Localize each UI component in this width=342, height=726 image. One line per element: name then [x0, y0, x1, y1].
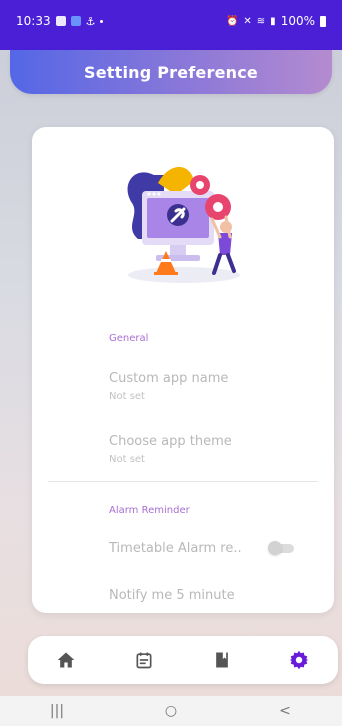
battery-icon — [320, 15, 326, 27]
status-right: ⏰ ✕ ≋ ▮ 100% — [226, 14, 326, 28]
book-icon — [216, 652, 228, 668]
home-icon — [57, 652, 75, 668]
pref-title: Custom app name — [109, 371, 229, 386]
wifi-signal-icon: ≋ — [256, 15, 266, 27]
status-time: 10:33 — [16, 14, 51, 28]
cell-signal-icon: ▮ — [270, 15, 276, 27]
bottom-navigation — [28, 636, 338, 684]
section-label-alarm-reminder: Alarm Reminder — [109, 505, 190, 516]
switch-thumb — [268, 541, 282, 555]
alarm-icon: ⏰ — [225, 15, 239, 27]
battery-percent: 100% — [280, 14, 315, 28]
pref-title: Choose app theme — [109, 434, 232, 449]
usb-icon: ⚓ — [85, 14, 96, 28]
gear-icon — [289, 650, 309, 670]
pref-summary: Not set — [109, 391, 145, 402]
nav-calendar[interactable] — [132, 648, 156, 672]
pref-title: Timetable Alarm re.. — [109, 541, 242, 556]
settings-card: General Custom app name Not set Choose a… — [32, 127, 334, 613]
mute-icon: ✕ — [243, 15, 252, 27]
nav-book[interactable] — [210, 648, 234, 672]
page-title: Setting Preference — [84, 62, 258, 82]
app-header: Setting Preference — [10, 50, 332, 94]
recents-button[interactable]: ||| — [37, 703, 77, 719]
section-divider — [48, 481, 318, 482]
timetable-alarm-switch[interactable] — [268, 541, 296, 555]
status-left: 10:33 ⚓ — [16, 14, 104, 28]
home-button[interactable]: ○ — [151, 703, 191, 719]
gallery-notification-icon — [55, 16, 66, 26]
system-navigation-bar: ||| ○ < — [0, 696, 342, 726]
nav-settings[interactable] — [287, 648, 311, 672]
app-notification-icon — [70, 16, 81, 26]
status-bar: 10:33 ⚓ ⏰ ✕ ≋ ▮ 100% — [0, 0, 342, 50]
pref-title: Notify me 5 minute — [109, 588, 235, 603]
more-notifications-icon — [100, 19, 104, 23]
nav-home[interactable] — [54, 648, 78, 672]
settings-illustration — [127, 167, 240, 283]
section-label-general: General — [109, 333, 149, 344]
calendar-icon — [136, 652, 152, 669]
pref-summary: Not set — [109, 454, 145, 465]
back-button[interactable]: < — [265, 703, 305, 719]
